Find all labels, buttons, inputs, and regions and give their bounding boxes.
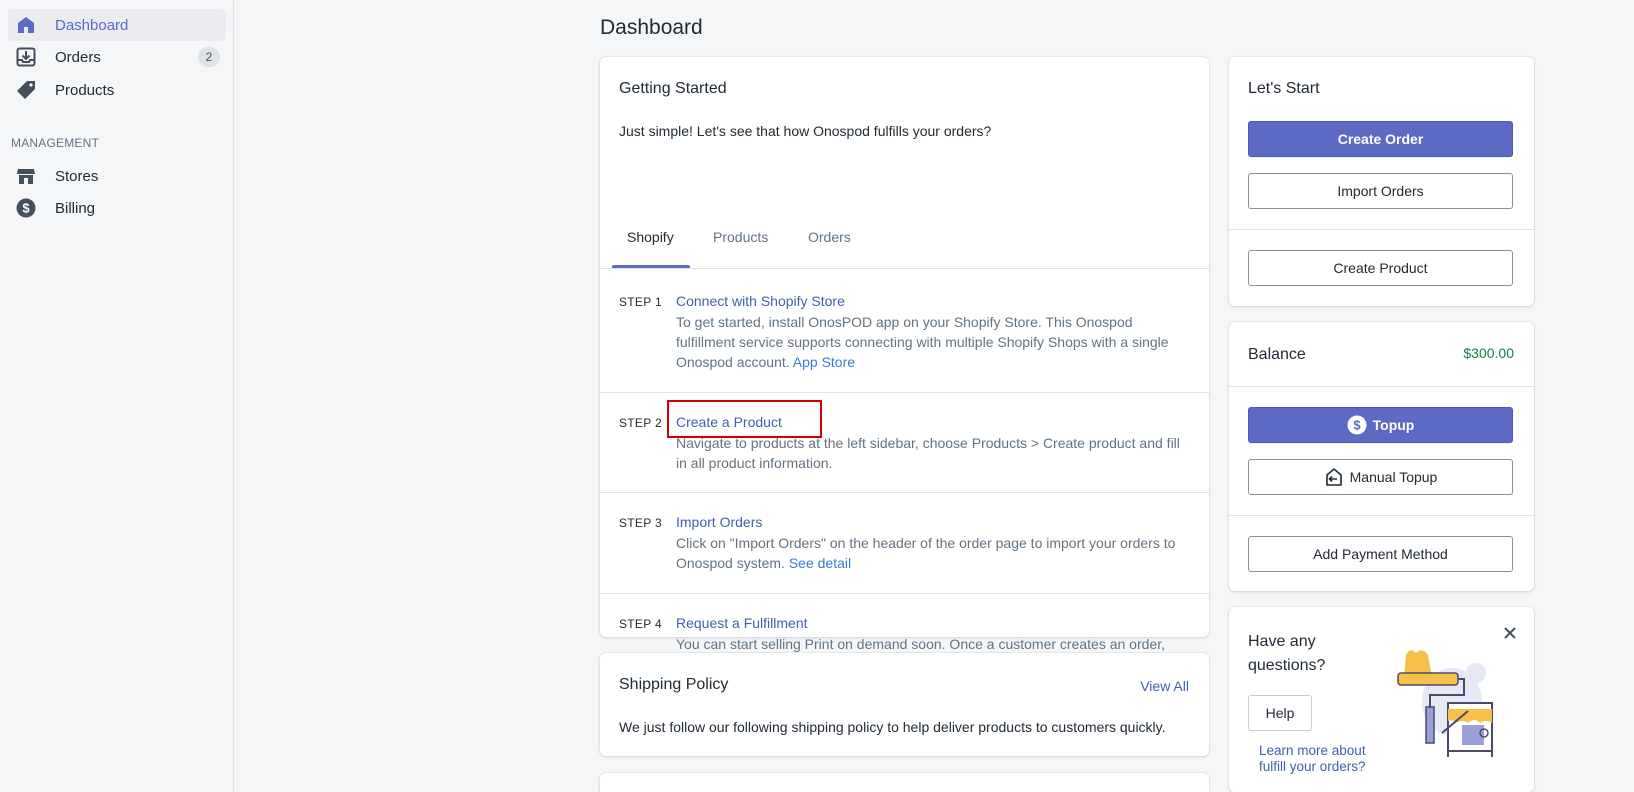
- tab-products[interactable]: Products: [713, 229, 768, 245]
- see-detail-link[interactable]: See detail: [789, 555, 851, 571]
- shipping-policy-title: Shipping Policy: [619, 676, 729, 693]
- learn-more-line1: Learn more about: [1259, 743, 1366, 758]
- paint-roller-illustration: [1392, 647, 1502, 762]
- shipping-policy-card: Shipping Policy View All We just follow …: [600, 653, 1209, 756]
- management-section-title: MANAGEMENT: [11, 136, 100, 150]
- sidebar-item-dashboard[interactable]: Dashboard: [8, 9, 226, 41]
- svg-text:$: $: [22, 201, 30, 216]
- tab-shopify[interactable]: Shopify: [627, 229, 674, 245]
- tag-icon: [14, 78, 38, 102]
- help-card: Have any questions? Help Learn more abou…: [1229, 607, 1534, 792]
- help-card-title-line2: questions?: [1248, 657, 1326, 674]
- sidebar-item-billing[interactable]: $ Billing: [8, 192, 226, 224]
- getting-started-card: Getting Started Just simple! Let's see t…: [600, 57, 1209, 672]
- dollar-circle-icon: $: [14, 196, 38, 220]
- balance-amount: $300.00: [1463, 345, 1514, 361]
- add-payment-method-button[interactable]: Add Payment Method: [1248, 536, 1513, 572]
- learn-more-line2: fulfill your orders?: [1259, 759, 1366, 774]
- step-title-link[interactable]: Request a Fulfillment: [676, 615, 808, 631]
- card-divider: [1229, 386, 1534, 387]
- sidebar-item-orders[interactable]: Orders 2: [8, 41, 226, 73]
- sidebar-item-stores[interactable]: Stores: [8, 160, 226, 192]
- step-description: Navigate to products at the left sidebar…: [676, 435, 1180, 471]
- balance-card: Balance $300.00 $ Topup Manual Topup Add…: [1229, 322, 1534, 591]
- page-title: Dashboard: [600, 16, 703, 39]
- dollar-circle-icon: $: [1347, 415, 1367, 435]
- manual-topup-button[interactable]: Manual Topup: [1248, 459, 1513, 495]
- sidebar-item-label: Billing: [55, 199, 96, 217]
- step-number: STEP 2: [619, 416, 662, 430]
- step-item: STEP 3 Import Orders Click on "Import Or…: [600, 492, 1209, 593]
- orders-count-badge: 2: [198, 47, 220, 67]
- help-button-label: Help: [1265, 705, 1295, 721]
- step-title-link[interactable]: Connect with Shopify Store: [676, 293, 845, 309]
- step-number: STEP 3: [619, 516, 662, 530]
- step-title-link[interactable]: Import Orders: [676, 514, 762, 530]
- inbox-download-icon: [14, 45, 38, 69]
- step-item: STEP 2 Create a Product Navigate to prod…: [600, 392, 1209, 492]
- create-order-button[interactable]: Create Order: [1248, 121, 1513, 157]
- sidebar: Dashboard Orders 2 Products MANAGEMENT S…: [0, 0, 234, 792]
- home-icon: [14, 13, 38, 37]
- lets-start-card: Let's Start Create Order Import Orders C…: [1229, 57, 1534, 306]
- app-store-link[interactable]: App Store: [793, 354, 855, 370]
- step-description-text: Click on "Import Orders" on the header o…: [676, 535, 1176, 571]
- sidebar-item-label: Dashboard: [55, 16, 129, 34]
- step-description: To get started, install OnosPOD app on y…: [676, 312, 1186, 372]
- svg-text:$: $: [1353, 418, 1361, 433]
- help-card-title-line1: Have any: [1248, 633, 1316, 650]
- help-card-title: Have any questions?: [1248, 630, 1325, 678]
- step-item: STEP 1 Connect with Shopify Store To get…: [600, 268, 1209, 392]
- getting-started-intro: Just simple! Let's see that how Onospod …: [619, 123, 992, 139]
- close-icon[interactable]: [1502, 625, 1518, 646]
- shipping-policy-text: We just follow our following shipping po…: [619, 719, 1166, 735]
- step-number: STEP 4: [619, 617, 662, 631]
- step-number: STEP 1: [619, 295, 662, 309]
- sidebar-item-label: Orders: [55, 48, 101, 66]
- topup-button[interactable]: $ Topup: [1248, 407, 1513, 443]
- sidebar-item-label: Products: [55, 81, 115, 99]
- wallet-import-icon: [1324, 467, 1344, 487]
- help-button[interactable]: Help: [1248, 695, 1312, 731]
- view-all-link[interactable]: View All: [1140, 678, 1189, 694]
- import-orders-button[interactable]: Import Orders: [1248, 173, 1513, 209]
- step-description-text: To get started, install OnosPOD app on y…: [676, 314, 1169, 370]
- lets-start-title: Let's Start: [1248, 80, 1320, 97]
- store-icon: [14, 164, 38, 188]
- card-divider: [1229, 229, 1534, 230]
- sidebar-item-label: Stores: [55, 167, 99, 185]
- topup-label: Topup: [1372, 417, 1415, 433]
- partial-card: [600, 773, 1209, 792]
- tab-orders[interactable]: Orders: [808, 229, 851, 245]
- card-divider: [1229, 515, 1534, 516]
- step-title-link[interactable]: Create a Product: [676, 414, 782, 430]
- import-orders-label: Import Orders: [1337, 183, 1424, 199]
- sidebar-item-products[interactable]: Products: [8, 74, 226, 106]
- getting-started-title: Getting Started: [619, 80, 727, 97]
- add-payment-method-label: Add Payment Method: [1313, 546, 1448, 562]
- manual-topup-label: Manual Topup: [1349, 469, 1438, 485]
- balance-title: Balance: [1248, 346, 1306, 363]
- step-description: Click on "Import Orders" on the header o…: [676, 533, 1186, 573]
- learn-more-link[interactable]: Learn more about fulfill your orders?: [1259, 743, 1366, 775]
- create-product-label: Create Product: [1333, 260, 1428, 276]
- create-product-button[interactable]: Create Product: [1248, 250, 1513, 286]
- create-order-label: Create Order: [1337, 131, 1424, 147]
